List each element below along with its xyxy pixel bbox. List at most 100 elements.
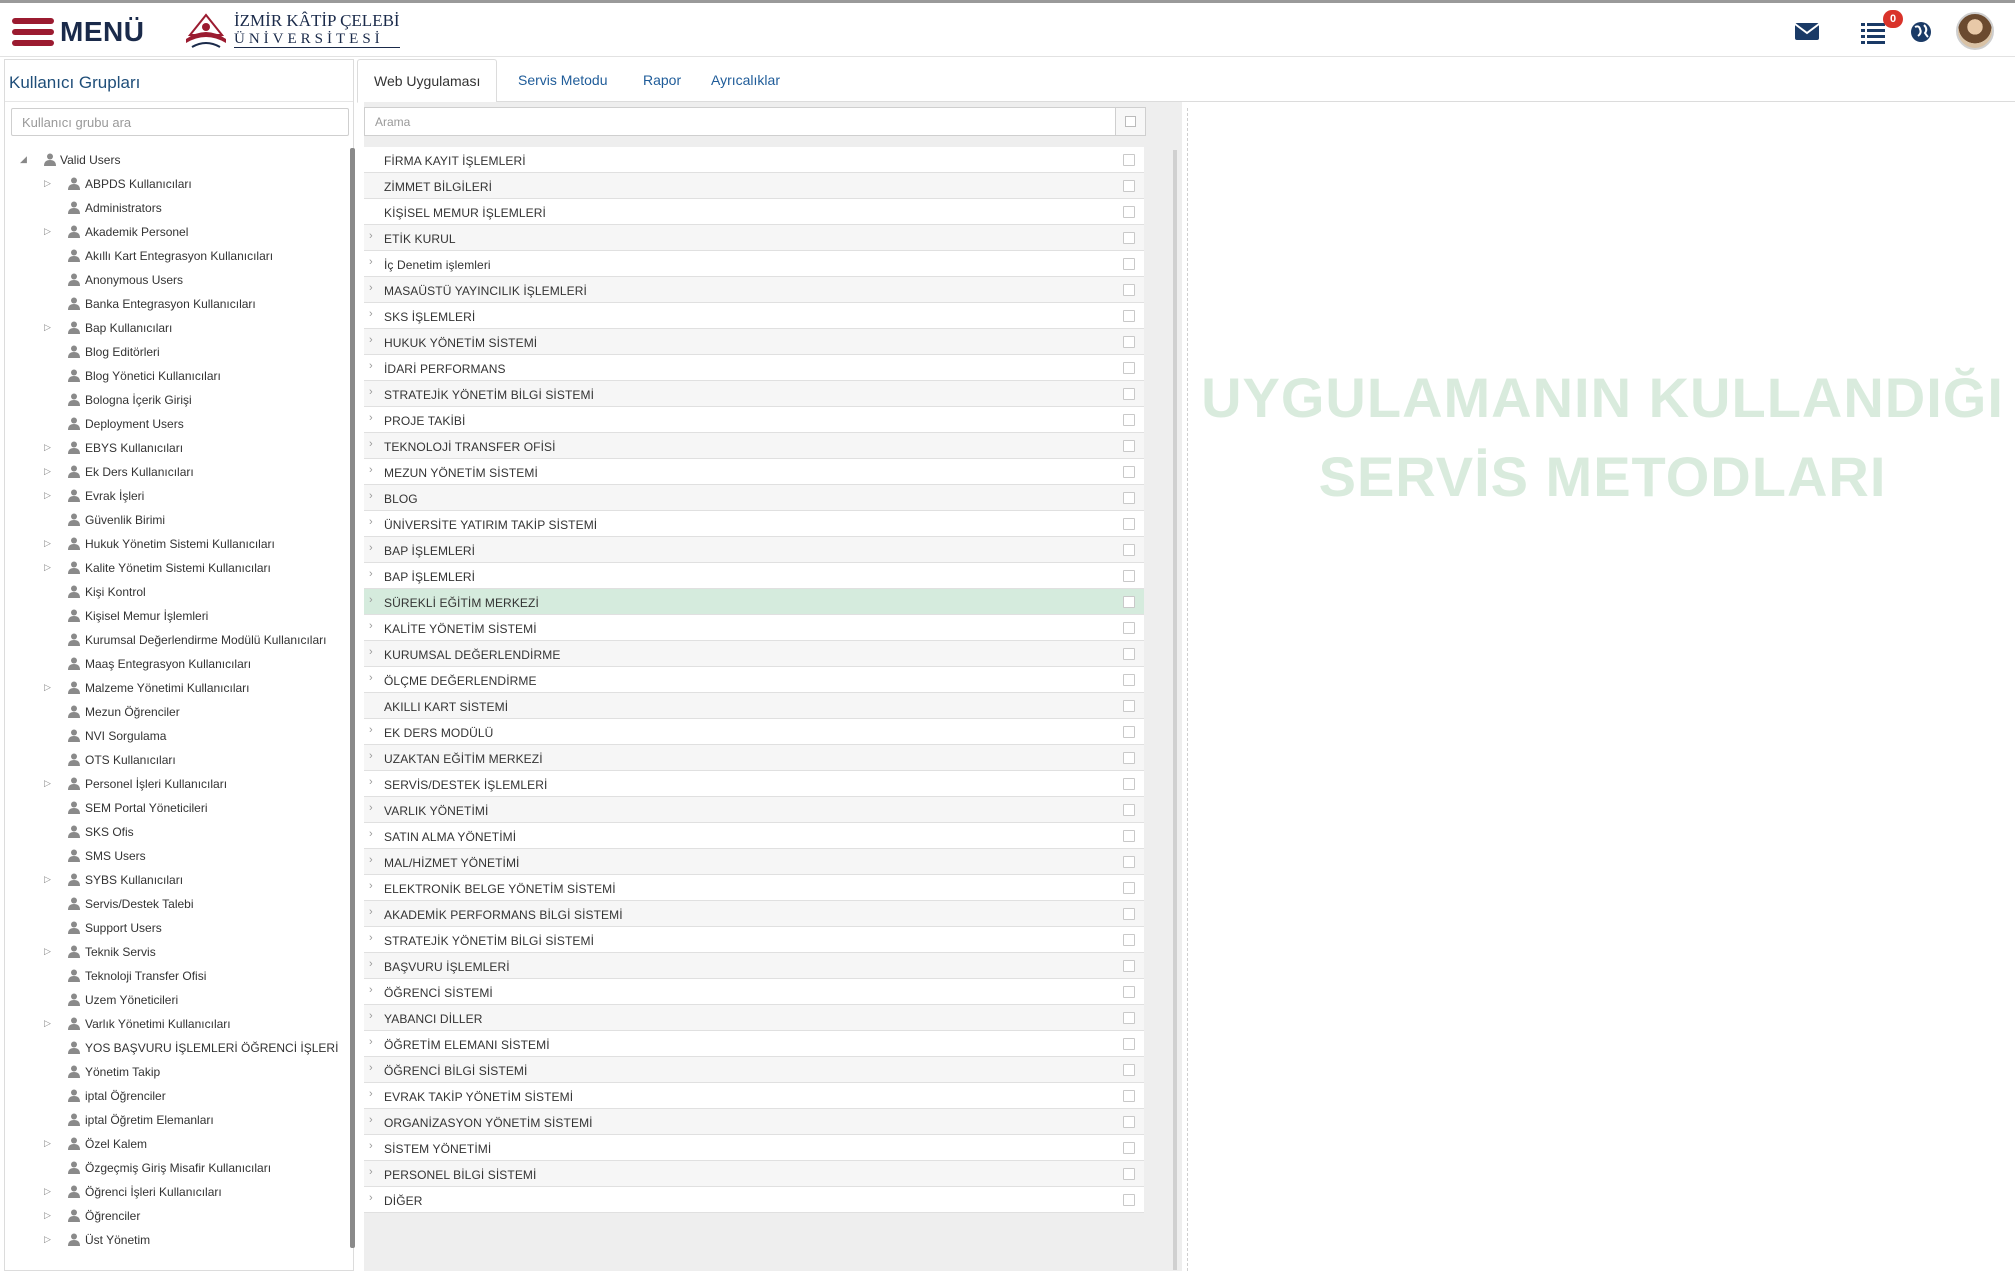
application-checkbox[interactable]	[1123, 596, 1135, 608]
expand-chevron-icon[interactable]: ›	[369, 308, 373, 320]
application-checkbox[interactable]	[1123, 180, 1135, 192]
expand-chevron-icon[interactable]: ›	[369, 1036, 373, 1048]
expand-chevron-icon[interactable]: ›	[369, 438, 373, 450]
application-row[interactable]: › MAL/HİZMET YÖNETİMİ	[364, 849, 1144, 875]
application-row[interactable]: › ELEKTRONİK BELGE YÖNETİM SİSTEMİ	[364, 875, 1144, 901]
application-row[interactable]: › VARLIK YÖNETİMİ	[364, 797, 1144, 823]
application-row[interactable]: › SERVİS/DESTEK İŞLEMLERİ	[364, 771, 1144, 797]
application-row[interactable]: › SİSTEM YÖNETİMİ	[364, 1135, 1144, 1161]
expand-chevron-icon[interactable]: ›	[369, 386, 373, 398]
application-row[interactable]: › YABANCI DİLLER	[364, 1005, 1144, 1031]
expand-chevron-icon[interactable]: ›	[369, 490, 373, 502]
application-checkbox[interactable]	[1123, 232, 1135, 244]
expand-arrow-icon[interactable]: ▷	[44, 1138, 54, 1148]
university-logo[interactable]: İZMİR KÂTİP ÇELEBİ ÜNİVERSİTESİ	[182, 9, 400, 51]
tree-item[interactable]: YOS BAŞVURU İŞLEMLERİ ÖĞRENCİ İŞLERİ	[5, 1036, 353, 1060]
application-row[interactable]: › MASAÜSTÜ YAYINCILIK İŞLEMLERİ	[364, 277, 1144, 303]
application-checkbox[interactable]	[1123, 856, 1135, 868]
tree-item[interactable]: ▷ Özel Kalem	[5, 1132, 353, 1156]
application-checkbox[interactable]	[1123, 388, 1135, 400]
application-checkbox[interactable]	[1123, 544, 1135, 556]
application-checkbox[interactable]	[1123, 908, 1135, 920]
expand-chevron-icon[interactable]: ›	[369, 1010, 373, 1022]
expand-chevron-icon[interactable]: ›	[369, 1166, 373, 1178]
globe-icon[interactable]	[1907, 17, 1935, 45]
application-checkbox[interactable]	[1123, 1116, 1135, 1128]
expand-chevron-icon[interactable]: ›	[369, 854, 373, 866]
expand-chevron-icon[interactable]: ›	[369, 802, 373, 814]
application-row[interactable]: › UZAKTAN EĞİTİM MERKEZİ	[364, 745, 1144, 771]
expand-chevron-icon[interactable]: ›	[369, 1140, 373, 1152]
tree-item[interactable]: Özgeçmiş Giriş Misafir Kullanıcıları	[5, 1156, 353, 1180]
expand-arrow-icon[interactable]: ▷	[44, 946, 54, 956]
application-row[interactable]: AKILLI KART SİSTEMİ	[364, 693, 1144, 719]
tree-item[interactable]: ▷ ABPDS Kullanıcıları	[5, 172, 353, 196]
expand-chevron-icon[interactable]: ›	[369, 542, 373, 554]
tree-item[interactable]: Deployment Users	[5, 412, 353, 436]
expand-chevron-icon[interactable]: ›	[369, 906, 373, 918]
expand-chevron-icon[interactable]: ›	[369, 516, 373, 528]
tree-item[interactable]: OTS Kullanıcıları	[5, 748, 353, 772]
application-row[interactable]: › SKS İŞLEMLERİ	[364, 303, 1144, 329]
expand-arrow-icon[interactable]: ▷	[44, 490, 54, 500]
expand-chevron-icon[interactable]: ›	[369, 776, 373, 788]
tree-item[interactable]: Kurumsal Değerlendirme Modülü Kullanıcıl…	[5, 628, 353, 652]
application-row[interactable]: ZİMMET BİLGİLERİ	[364, 173, 1144, 199]
application-checkbox[interactable]	[1123, 492, 1135, 504]
tree-item-valid-users[interactable]: ◢ Valid Users	[5, 148, 353, 172]
application-checkbox[interactable]	[1123, 1038, 1135, 1050]
application-checkbox[interactable]	[1123, 1012, 1135, 1024]
application-checkbox[interactable]	[1123, 440, 1135, 452]
application-checkbox[interactable]	[1123, 414, 1135, 426]
tree-item[interactable]: Yönetim Takip	[5, 1060, 353, 1084]
application-row[interactable]: FİRMA KAYIT İŞLEMLERİ	[364, 147, 1144, 173]
expand-chevron-icon[interactable]: ›	[369, 672, 373, 684]
menu-button[interactable]: MENÜ	[12, 16, 144, 47]
collapse-arrow-icon[interactable]: ◢	[20, 154, 30, 164]
tree-item[interactable]: ▷ Üst Yönetim	[5, 1228, 353, 1252]
application-checkbox[interactable]	[1123, 882, 1135, 894]
application-row[interactable]: › STRATEJİK YÖNETİM BİLGİ SİSTEMİ	[364, 927, 1144, 953]
expand-arrow-icon[interactable]: ▷	[44, 226, 54, 236]
application-checkbox[interactable]	[1123, 700, 1135, 712]
tree-item[interactable]: ▷ SYBS Kullanıcıları	[5, 868, 353, 892]
expand-chevron-icon[interactable]: ›	[369, 984, 373, 996]
application-row[interactable]: KİŞİSEL MEMUR İŞLEMLERİ	[364, 199, 1144, 225]
application-row[interactable]: › ÖĞRETİM ELEMANI SİSTEMİ	[364, 1031, 1144, 1057]
application-checkbox[interactable]	[1123, 154, 1135, 166]
application-checkbox[interactable]	[1123, 362, 1135, 374]
tree-item[interactable]: SEM Portal Yöneticileri	[5, 796, 353, 820]
tree-item[interactable]: Mezun Öğrenciler	[5, 700, 353, 724]
application-row[interactable]: › MEZUN YÖNETİM SİSTEMİ	[364, 459, 1144, 485]
application-checkbox[interactable]	[1123, 1090, 1135, 1102]
application-checkbox[interactable]	[1123, 804, 1135, 816]
tree-item[interactable]: ▷ Personel İşleri Kullanıcıları	[5, 772, 353, 796]
application-row[interactable]: › PROJE TAKİBİ	[364, 407, 1144, 433]
expand-chevron-icon[interactable]: ›	[369, 880, 373, 892]
expand-arrow-icon[interactable]: ▷	[44, 874, 54, 884]
expand-arrow-icon[interactable]: ▷	[44, 1210, 54, 1220]
tree-item[interactable]: iptal Öğretim Elemanları	[5, 1108, 353, 1132]
tab-service-method[interactable]: Servis Metodu	[502, 59, 623, 102]
application-checkbox[interactable]	[1123, 518, 1135, 530]
application-checkbox[interactable]	[1123, 674, 1135, 686]
application-checkbox[interactable]	[1123, 1194, 1135, 1206]
expand-arrow-icon[interactable]: ▷	[44, 1234, 54, 1244]
application-list-scrollbar[interactable]	[1173, 150, 1177, 1270]
application-checkbox[interactable]	[1123, 830, 1135, 842]
tree-item[interactable]: Güvenlik Birimi	[5, 508, 353, 532]
tree-item[interactable]: Administrators	[5, 196, 353, 220]
application-row[interactable]: › İDARİ PERFORMANS	[364, 355, 1144, 381]
tree-item[interactable]: Kişisel Memur İşlemleri	[5, 604, 353, 628]
application-checkbox[interactable]	[1123, 622, 1135, 634]
expand-chevron-icon[interactable]: ›	[369, 620, 373, 632]
expand-chevron-icon[interactable]: ›	[369, 230, 373, 242]
application-row[interactable]: › BAP İŞLEMLERİ	[364, 537, 1144, 563]
expand-arrow-icon[interactable]: ▷	[44, 538, 54, 548]
application-row[interactable]: › TEKNOLOJİ TRANSFER OFİSİ	[364, 433, 1144, 459]
tree-item[interactable]: NVI Sorgulama	[5, 724, 353, 748]
application-row[interactable]: › ÖĞRENCİ SİSTEMİ	[364, 979, 1144, 1005]
expand-chevron-icon[interactable]: ›	[369, 1088, 373, 1100]
application-checkbox[interactable]	[1123, 1064, 1135, 1076]
tree-item[interactable]: SKS Ofis	[5, 820, 353, 844]
